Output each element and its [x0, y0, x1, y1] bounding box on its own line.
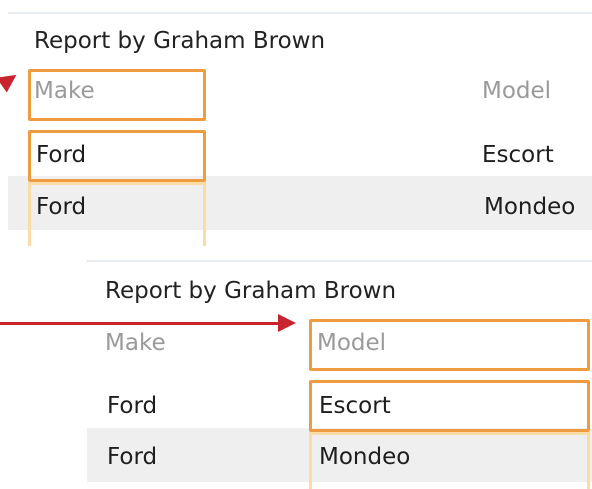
cell-model[interactable]: Mondeo [484, 194, 575, 220]
column-header-model[interactable]: Model [482, 78, 551, 104]
cell-model[interactable]: Escort [482, 142, 554, 168]
model-column-selection-extent [309, 432, 590, 489]
cell-make[interactable]: Ford [107, 444, 157, 470]
make-column-selection-extent [28, 182, 206, 246]
make-header-selection [28, 69, 206, 121]
arrow-line [0, 322, 280, 325]
column-header-make[interactable]: Make [105, 330, 166, 356]
report-panel-bottom: Report by Graham Brown Make Model Ford E… [87, 260, 592, 489]
cell-make[interactable]: Ford [107, 393, 157, 419]
model-header-selection [309, 319, 590, 371]
report-title: Report by Graham Brown [105, 278, 397, 304]
make-cell-selection [28, 130, 206, 182]
report-panel-top: Report by Graham Brown Make Model Ford E… [8, 12, 592, 246]
arrow-head-icon [278, 314, 296, 332]
report-title: Report by Graham Brown [34, 28, 326, 54]
model-cell-selection [309, 380, 590, 432]
